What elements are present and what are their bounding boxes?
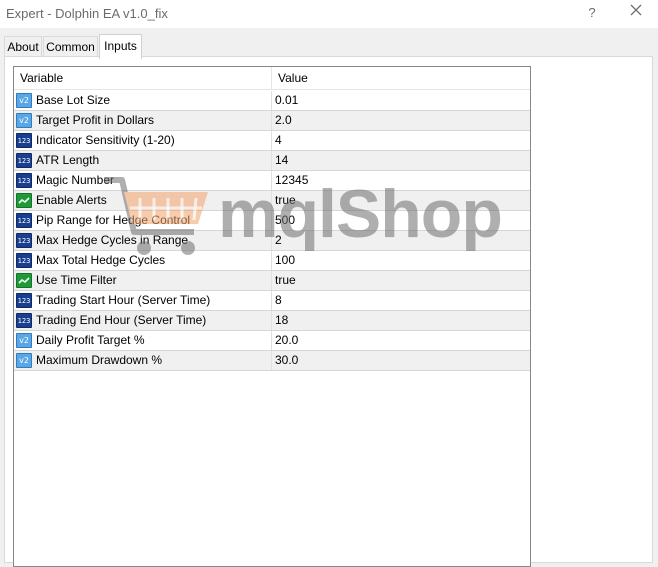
variable-value[interactable]: 2: [275, 231, 282, 250]
title-bar: Expert - Dolphin EA v1.0_fix ?: [0, 0, 658, 28]
variable-name: Maximum Drawdown %: [36, 353, 163, 367]
cell-divider: [271, 231, 272, 250]
variable-name: Daily Profit Target %: [36, 333, 145, 347]
table-row[interactable]: 123 Pip Range for Hedge Control 500: [14, 211, 530, 231]
help-button[interactable]: ?: [580, 2, 604, 24]
variable-name: Enable Alerts: [36, 193, 107, 207]
bool-type-icon: [16, 273, 32, 288]
cell-divider: [271, 331, 272, 350]
cell-divider: [271, 191, 272, 210]
integer-type-glyph: 123: [17, 217, 31, 225]
integer-type-glyph: 123: [17, 177, 31, 185]
cell-divider: [271, 251, 272, 270]
bool-type-glyph: [18, 277, 30, 284]
variable-name: Indicator Sensitivity (1-20): [36, 133, 175, 147]
integer-type-glyph: 123: [17, 257, 31, 265]
integer-type-icon: 123: [16, 293, 32, 308]
integer-type-glyph: 123: [17, 317, 31, 325]
cell-divider: [271, 131, 272, 150]
variable-value[interactable]: 30.0: [275, 351, 298, 370]
variable-value[interactable]: 18: [275, 311, 288, 330]
variable-value[interactable]: 100: [275, 251, 295, 270]
integer-type-icon: 123: [16, 153, 32, 168]
variable-value[interactable]: 20.0: [275, 331, 298, 350]
integer-type-glyph: 123: [17, 157, 31, 165]
integer-type-icon: 123: [16, 133, 32, 148]
variable-name: Magic Number: [36, 173, 115, 187]
variable-value[interactable]: 500: [275, 211, 295, 230]
tab-inputs[interactable]: Inputs: [99, 34, 142, 59]
variable-name: Trading Start Hour (Server Time): [36, 293, 211, 307]
tab-common[interactable]: Common: [43, 36, 98, 57]
table-row[interactable]: v2 Maximum Drawdown % 30.0: [14, 351, 530, 371]
variable-value[interactable]: 14: [275, 151, 288, 170]
cell-divider: [271, 351, 272, 370]
variable-name: Use Time Filter: [36, 273, 117, 287]
integer-type-icon: 123: [16, 173, 32, 188]
variable-value[interactable]: 0.01: [275, 91, 298, 110]
table-row[interactable]: v2 Daily Profit Target % 20.0: [14, 331, 530, 351]
cell-divider: [271, 171, 272, 190]
variable-name: Base Lot Size: [36, 93, 111, 107]
table-row[interactable]: Enable Alerts true: [14, 191, 530, 211]
integer-type-icon: 123: [16, 313, 32, 328]
double-type-icon: v2: [16, 333, 32, 348]
double-type-glyph: v2: [19, 96, 29, 105]
variable-value[interactable]: 2.0: [275, 111, 292, 130]
cell-divider: [271, 111, 272, 130]
variable-value[interactable]: 8: [275, 291, 282, 310]
integer-type-icon: 123: [16, 233, 32, 248]
table-row[interactable]: 123 Trading Start Hour (Server Time) 8: [14, 291, 530, 311]
variable-value[interactable]: 12345: [275, 171, 308, 190]
close-icon-glyph: [630, 4, 642, 16]
variable-name: ATR Length: [36, 153, 100, 167]
tab-about[interactable]: About: [4, 36, 42, 57]
window-title: Expert - Dolphin EA v1.0_fix: [6, 6, 168, 21]
double-type-icon: v2: [16, 93, 32, 108]
variable-value[interactable]: true: [275, 271, 296, 290]
cell-divider: [271, 151, 272, 170]
integer-type-glyph: 123: [17, 137, 31, 145]
table-row[interactable]: 123 Indicator Sensitivity (1-20) 4: [14, 131, 530, 151]
double-type-icon: v2: [16, 113, 32, 128]
variable-name: Max Hedge Cycles in Range: [36, 233, 189, 247]
cell-divider: [271, 291, 272, 310]
variable-name: Max Total Hedge Cycles: [36, 253, 166, 267]
table-row[interactable]: 123 Trading End Hour (Server Time) 18: [14, 311, 530, 331]
double-type-icon: v2: [16, 353, 32, 368]
table-row[interactable]: v2 Target Profit in Dollars 2.0: [14, 111, 530, 131]
table-row[interactable]: 123 Max Total Hedge Cycles 100: [14, 251, 530, 271]
integer-type-glyph: 123: [17, 237, 31, 245]
table-row[interactable]: v2 Base Lot Size 0.01: [14, 91, 530, 111]
table-row[interactable]: 123 Max Hedge Cycles in Range 2: [14, 231, 530, 251]
cell-divider: [271, 211, 272, 230]
variable-name: Trading End Hour (Server Time): [36, 313, 207, 327]
table-row[interactable]: Use Time Filter true: [14, 271, 530, 291]
bool-type-glyph: [18, 197, 30, 204]
cell-divider: [271, 311, 272, 330]
table-body: v2 Base Lot Size 0.01 v2 Target Profit in Do…: [14, 91, 530, 371]
double-type-glyph: v2: [19, 116, 29, 125]
table-row[interactable]: 123 ATR Length 14: [14, 151, 530, 171]
cell-divider: [271, 271, 272, 290]
double-type-glyph: v2: [19, 336, 29, 345]
column-header-value[interactable]: Value: [272, 67, 530, 89]
double-type-glyph: v2: [19, 356, 29, 365]
inputs-table[interactable]: Variable Value v2 Base Lot Size 0.01 v2 Targ…: [13, 66, 531, 567]
integer-type-glyph: 123: [17, 297, 31, 305]
variable-value[interactable]: 4: [275, 131, 282, 150]
variable-name: Pip Range for Hedge Control: [36, 213, 191, 227]
integer-type-icon: 123: [16, 213, 32, 228]
bool-type-icon: [16, 193, 32, 208]
integer-type-icon: 123: [16, 253, 32, 268]
variable-value[interactable]: true: [275, 191, 296, 210]
table-header: Variable Value: [14, 67, 530, 90]
column-header-variable[interactable]: Variable: [14, 67, 271, 89]
variable-name: Target Profit in Dollars: [36, 113, 155, 127]
table-row[interactable]: 123 Magic Number 12345: [14, 171, 530, 191]
close-icon[interactable]: [624, 2, 648, 24]
cell-divider: [271, 91, 272, 110]
